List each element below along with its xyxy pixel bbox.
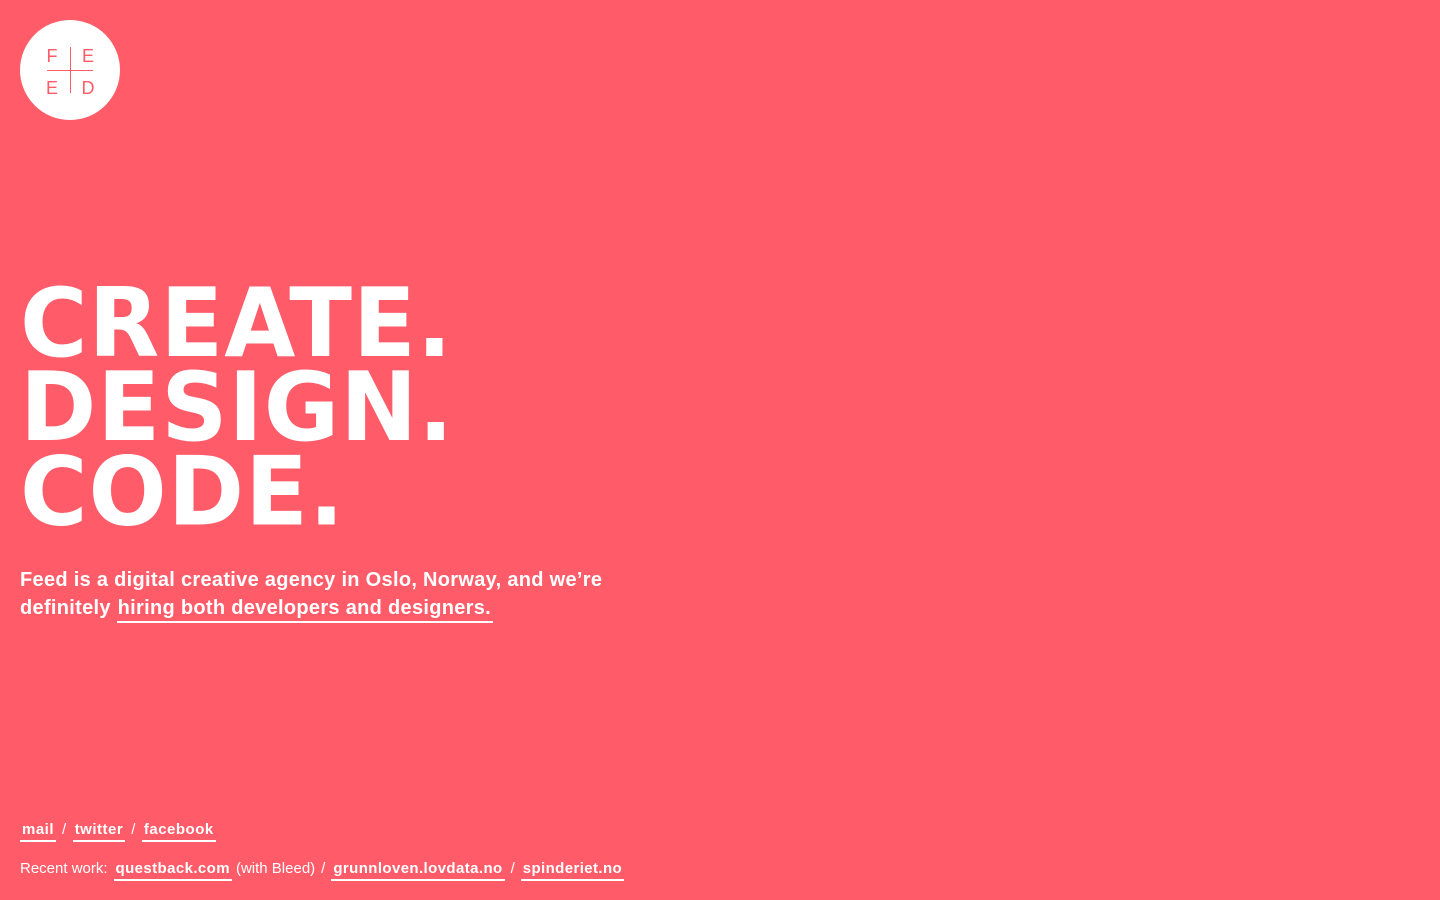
feed-logo[interactable]: F E E D — [20, 20, 120, 120]
recent-work: Recent work: questback.com (with Bleed) / gr… — [20, 859, 625, 881]
logo-letter: E — [45, 78, 58, 98]
logo-horizontal-line — [47, 69, 93, 71]
hiring-link[interactable]: hiring both developers and designers. — [116, 597, 494, 623]
hero-headline: CREATE. DESIGN. CODE. — [20, 275, 454, 539]
separator: / — [62, 821, 67, 838]
separator: / — [131, 821, 136, 838]
facebook-link[interactable]: facebook — [141, 821, 216, 842]
logo-letter: F — [46, 46, 58, 66]
recent-work-link-spinderiet[interactable]: spinderiet.no — [520, 860, 625, 881]
recent-work-label: Recent work: — [20, 860, 108, 877]
agency-intro: Feed is a digital creative agency in Osl… — [20, 566, 620, 623]
separator: / — [321, 860, 326, 877]
twitter-link[interactable]: twitter — [72, 821, 126, 842]
recent-work-link-grunnloven[interactable]: grunnloven.lovdata.no — [331, 860, 505, 881]
separator: / — [510, 860, 515, 877]
mail-link[interactable]: mail — [20, 821, 57, 842]
social-links: mail / twitter / facebook — [20, 820, 216, 842]
logo-letter: D — [81, 78, 95, 98]
recent-work-link-questback[interactable]: questback.com — [113, 860, 232, 881]
recent-work-note: (with Bleed) — [235, 860, 316, 877]
logo-letter: E — [81, 46, 94, 66]
